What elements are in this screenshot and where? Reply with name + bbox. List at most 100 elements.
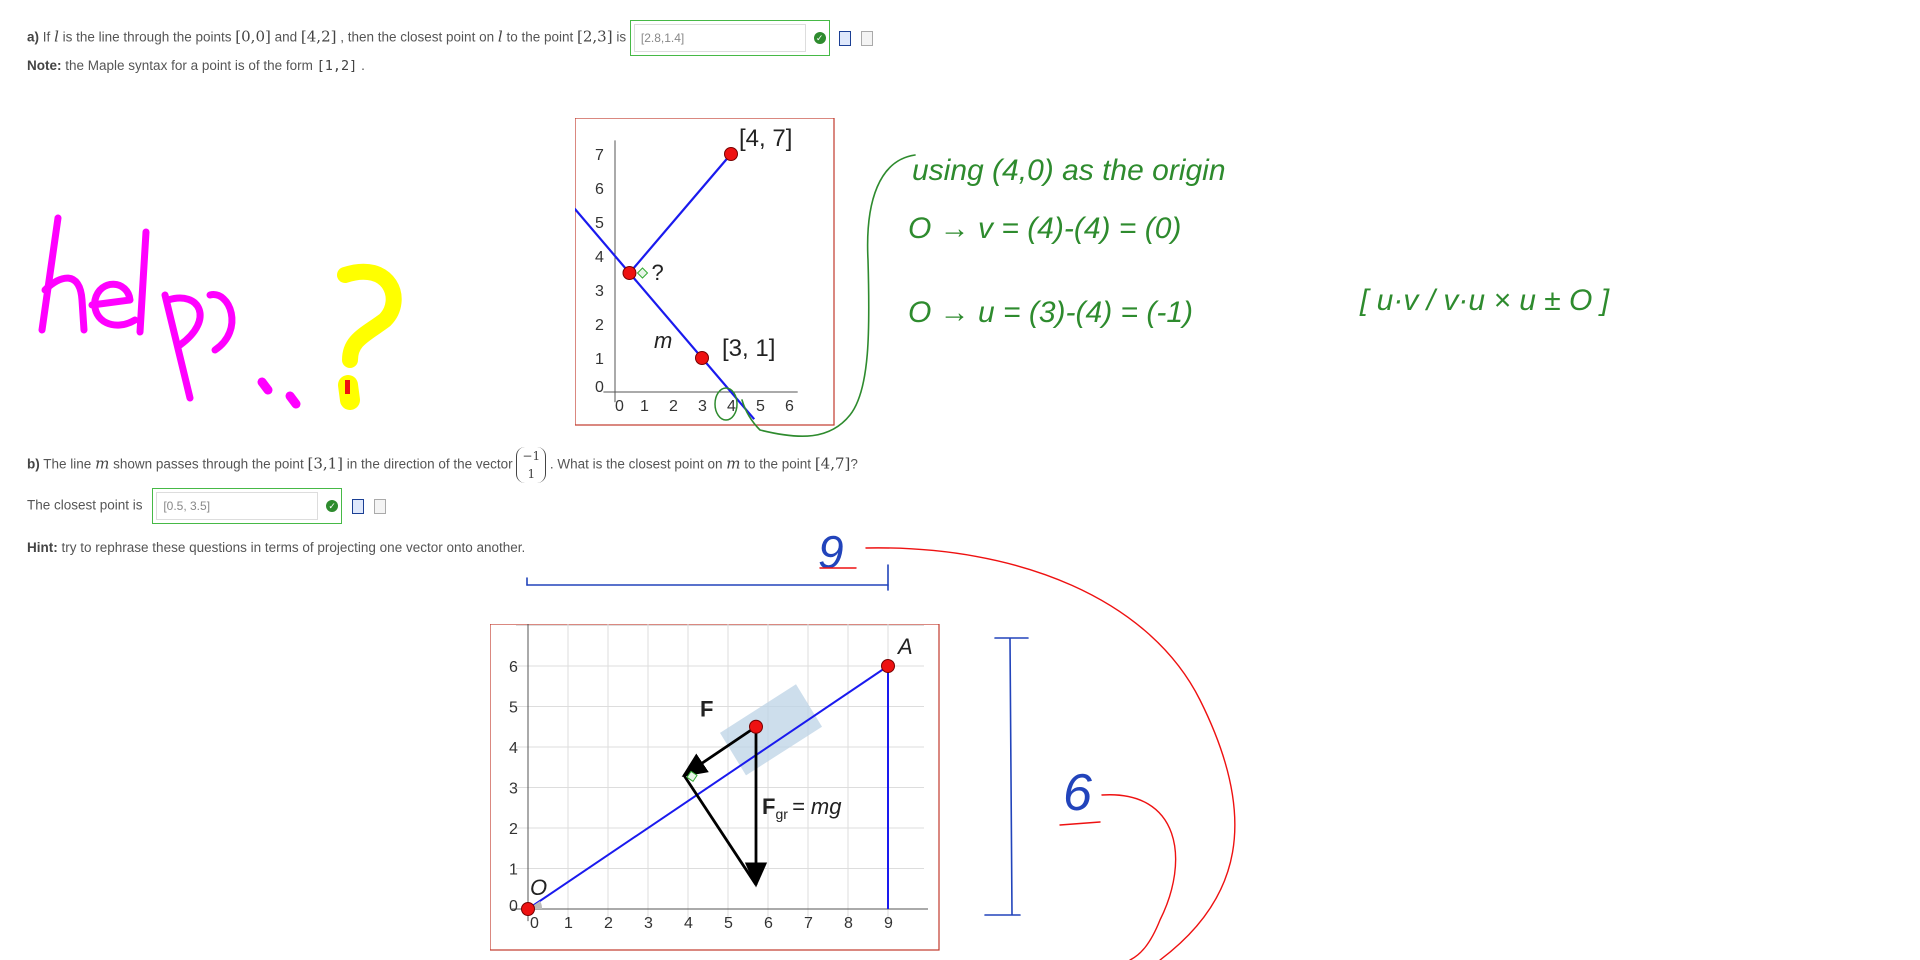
answer-input-a[interactable] xyxy=(633,24,806,52)
x-tick-label: 3 xyxy=(698,398,707,415)
part-a-prefix: a) xyxy=(27,29,40,45)
point-4-7: [4,7] xyxy=(814,454,851,473)
hint-text: try to rephrase these questions in terms… xyxy=(61,540,526,555)
graph-border xyxy=(575,118,835,426)
check-icon: ✓ xyxy=(326,500,339,513)
green-formula: [ u·v / v·u × u ± O ] xyxy=(1359,284,1610,317)
blue-six: 6 xyxy=(1063,764,1092,822)
green-note-line2: O → v = (4)-(4) = (0) xyxy=(908,212,1181,245)
part-b-question: b) The line m shown passes through the p… xyxy=(27,447,858,483)
x-tick-label: 5 xyxy=(724,915,733,932)
x-tick-label: 6 xyxy=(764,915,773,932)
y-tick-label: 4 xyxy=(509,740,518,757)
vector-bottom: 1 xyxy=(527,467,536,481)
label-point-4-7: [4, 7] xyxy=(739,125,792,152)
note-text: the Maple syntax for a point is of the f… xyxy=(65,58,313,73)
label-F: F xyxy=(700,697,713,722)
part-b-text: ? xyxy=(850,456,858,472)
part-a-text: If xyxy=(42,29,51,45)
label-m: m xyxy=(654,328,672,353)
answer-input-b[interactable] xyxy=(156,492,319,520)
y-tick-label: 0 xyxy=(509,898,518,915)
closest-point-row: The closest point is ✓ xyxy=(27,488,386,524)
label-Fgr: Fgr = mg xyxy=(762,794,842,822)
closest-point-label: The closest point is xyxy=(27,497,143,513)
y-tick-label: 2 xyxy=(595,317,604,334)
point-marker xyxy=(881,659,895,673)
point-3-1: [3,1] xyxy=(307,454,344,473)
y-tick-label: 1 xyxy=(509,862,518,879)
blue-nine: 9 xyxy=(818,526,844,578)
var-l: l xyxy=(54,27,59,46)
point-marker xyxy=(622,266,637,280)
label-question: ? xyxy=(652,260,664,285)
document-icon[interactable] xyxy=(861,30,874,46)
var-m: m xyxy=(726,454,741,473)
x-tick-label: 1 xyxy=(564,915,573,932)
y-tick-label: 6 xyxy=(595,181,604,198)
y-tick-label: 5 xyxy=(509,700,518,717)
point-marker xyxy=(724,147,738,161)
preview-document-icon[interactable] xyxy=(351,498,364,514)
x-tick-label: 4 xyxy=(684,915,693,932)
x-tick-label: 2 xyxy=(604,915,613,932)
note-example: [1,2] xyxy=(316,58,358,74)
label-Fgr-F: F xyxy=(762,794,775,819)
part-b-prefix: b) xyxy=(27,456,40,472)
y-tick-label: 1 xyxy=(595,351,604,368)
part-b-text: The line xyxy=(43,456,92,472)
y-tick-label: 3 xyxy=(595,283,604,300)
x-tick-label: 0 xyxy=(615,398,624,415)
red-dot-scribble xyxy=(345,380,350,394)
graph-inclined-plane: 0 1 2 3 4 5 6 7 8 90123456AOFFgr = mg xyxy=(490,624,940,951)
label-A: A xyxy=(896,634,913,659)
direction-vector: −1 1 xyxy=(516,447,547,483)
part-a-text: is the line through the points xyxy=(62,29,232,45)
hint-label: Hint: xyxy=(27,540,58,555)
y-tick-label: 0 xyxy=(595,379,604,396)
x-tick-label: 6 xyxy=(785,398,794,415)
x-tick-label: 7 xyxy=(804,915,813,932)
note: Note: the Maple syntax for a point is of… xyxy=(27,58,365,74)
x-tick-label: 1 xyxy=(640,398,649,415)
label-point-3-1: [3, 1] xyxy=(722,335,775,362)
x-tick-label: 0 xyxy=(530,915,539,932)
point-marker xyxy=(695,351,709,365)
answer-box-a: ✓ xyxy=(629,20,830,56)
label-Fgr-sub: gr xyxy=(775,806,788,822)
hint: Hint: try to rephrase these questions in… xyxy=(27,540,525,555)
green-note-line1: using (4,0) as the origin xyxy=(912,154,1226,187)
y-tick-label: 3 xyxy=(509,781,518,798)
var-l: l xyxy=(497,27,503,46)
part-b-text: shown passes through the point xyxy=(113,456,304,472)
x-tick-label: 8 xyxy=(844,915,853,932)
part-b-text: in the direction of the vector xyxy=(346,456,513,472)
part-a-text: , then the closest point on xyxy=(340,29,495,45)
note-end: . xyxy=(361,58,365,73)
point-0-0: [0,0] xyxy=(235,27,271,46)
y-tick-label: 7 xyxy=(595,147,604,164)
label-O: O xyxy=(530,875,547,900)
x-tick-label: 9 xyxy=(884,915,893,932)
x-tick-label: 5 xyxy=(756,398,765,415)
part-b-text: to the point xyxy=(744,456,812,472)
part-a-text: is xyxy=(616,29,627,45)
graph-line-m: 0 1 2 3 4 5 601234567[4, 7][3, 1]?m xyxy=(575,118,835,426)
y-tick-label: 5 xyxy=(595,215,604,232)
check-icon: ✓ xyxy=(813,32,826,45)
y-tick-label: 6 xyxy=(509,659,518,676)
var-m: m xyxy=(95,454,110,473)
x-tick-label: 2 xyxy=(669,398,678,415)
document-icon[interactable] xyxy=(373,498,386,514)
point-marker xyxy=(749,719,763,734)
part-a-question: a) If l is the line through the points [… xyxy=(27,20,874,56)
answer-box-b: ✓ xyxy=(152,488,343,524)
preview-document-icon[interactable] xyxy=(839,30,852,46)
y-tick-label: 4 xyxy=(595,249,604,266)
vector-top: −1 xyxy=(522,449,541,463)
part-a-text: to the point xyxy=(506,29,574,45)
y-tick-label: 2 xyxy=(509,821,518,838)
x-tick-label: 3 xyxy=(644,915,653,932)
point-4-2: [4,2] xyxy=(300,27,337,46)
part-b-text: . What is the closest point on xyxy=(549,456,723,472)
